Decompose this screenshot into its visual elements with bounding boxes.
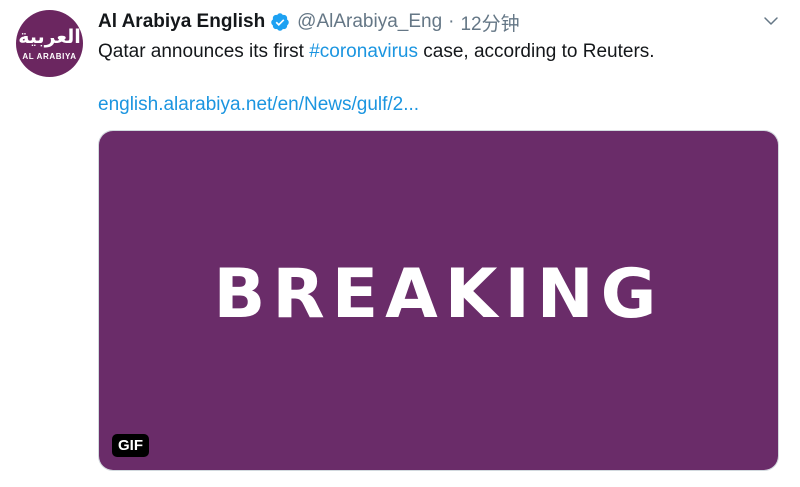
tweet: العربية AL ARABIYA Al Arabiya English @A… bbox=[0, 0, 800, 487]
display-name[interactable]: Al Arabiya English bbox=[98, 11, 265, 33]
hashtag-link[interactable]: #coronavirus bbox=[309, 41, 418, 62]
tweet-text-before: Qatar announces its first bbox=[98, 41, 310, 62]
timestamp[interactable]: 12分钟 bbox=[460, 9, 519, 36]
breaking-headline: BREAKING bbox=[213, 255, 664, 334]
chevron-down-icon[interactable] bbox=[762, 12, 780, 30]
media-gif[interactable]: BREAKING GIF bbox=[98, 130, 779, 471]
avatar[interactable]: العربية AL ARABIYA bbox=[16, 10, 83, 77]
gif-badge: GIF bbox=[112, 434, 149, 457]
handle[interactable]: @AlArabiya_Eng bbox=[297, 11, 442, 33]
tweet-text-after: case, according to Reuters. bbox=[418, 41, 655, 62]
separator-dot: · bbox=[448, 11, 455, 32]
article-link[interactable]: english.alarabiya.net/en/News/gulf/2... bbox=[98, 94, 419, 115]
tweet-link-line: english.alarabiya.net/en/News/gulf/2... bbox=[98, 92, 419, 118]
verified-badge-icon bbox=[270, 12, 290, 32]
avatar-logo-arabic: العربية bbox=[18, 26, 81, 48]
tweet-header: Al Arabiya English @AlArabiya_Eng · 12分钟 bbox=[98, 9, 520, 35]
tweet-text: Qatar announces its first #coronavirus c… bbox=[98, 39, 655, 65]
avatar-logo-latin: AL ARABIYA bbox=[22, 52, 77, 61]
